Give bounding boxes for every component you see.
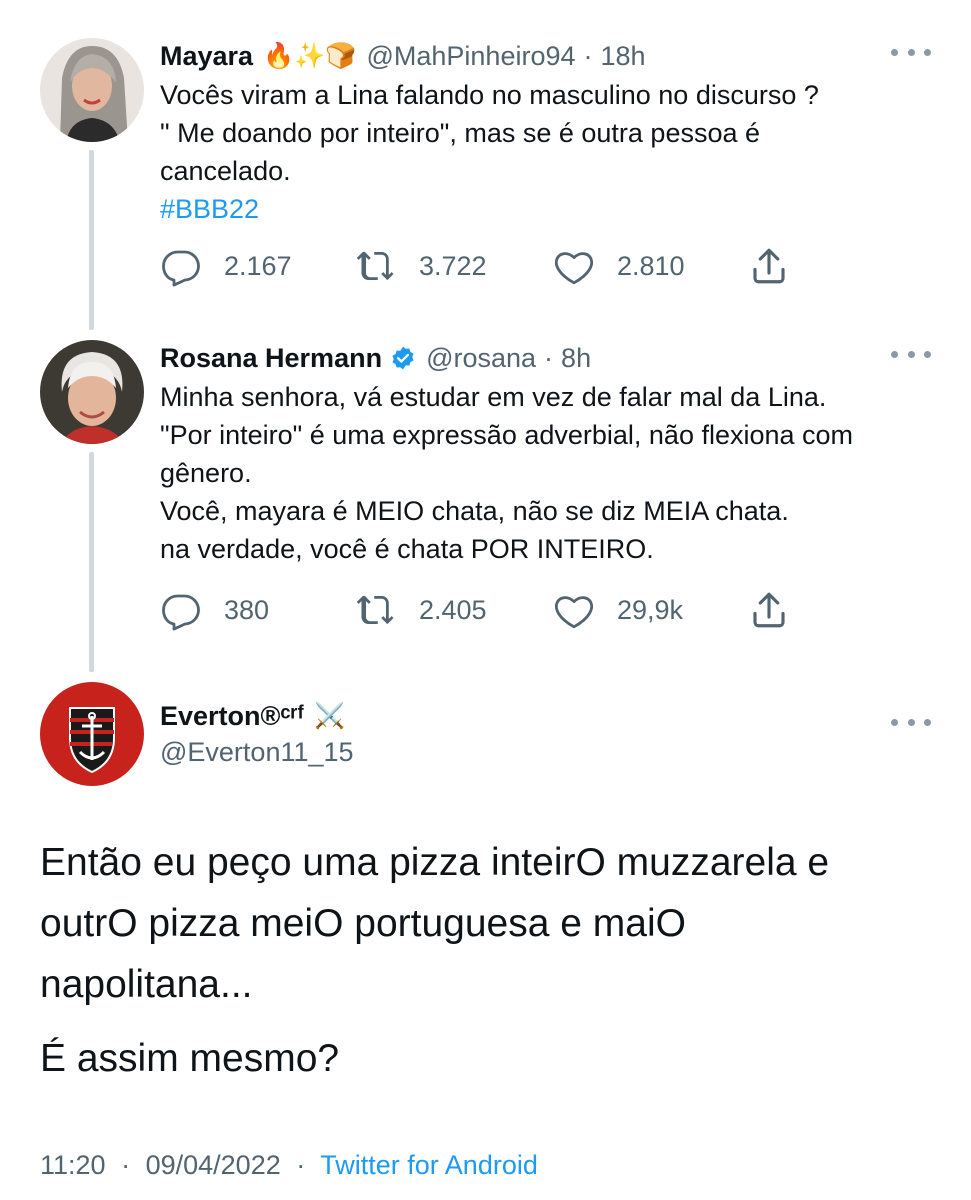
reply-button[interactable]: 2.167 — [160, 244, 292, 288]
author-emoji: ⚔️ — [314, 701, 346, 730]
retweet-icon — [356, 595, 394, 625]
like-count: 2.810 — [617, 250, 685, 281]
retweet-button[interactable]: 2.405 — [355, 588, 487, 632]
tweet-text-line: Minha senhora, vá estudar em vez de fala… — [160, 382, 827, 412]
tweet-text: Então eu peço uma pizza inteirO muzzarel… — [40, 832, 941, 1015]
tweet-text-line: Você, mayara é MEIO chata, não se diz ME… — [160, 496, 789, 526]
share-button[interactable] — [748, 588, 790, 632]
tweet-text: Vocês viram a Lina falando no masculino … — [160, 76, 931, 228]
separator: · — [296, 1150, 306, 1180]
share-icon — [753, 248, 785, 284]
tweet-text-line: napolitana... — [40, 963, 253, 1006]
author-name[interactable]: Rosana Hermann — [160, 343, 382, 374]
separator: · — [583, 40, 593, 71]
tweet-time[interactable]: 18h — [601, 41, 646, 72]
tweet-text-line: Vocês viram a Lina falando no masculino … — [160, 80, 819, 110]
tweet-text: Minha senhora, vá estudar em vez de fala… — [160, 378, 931, 568]
tweet-time[interactable]: 11:20 — [40, 1150, 106, 1180]
author-handle[interactable]: @rosana — [426, 343, 536, 374]
share-button[interactable] — [748, 244, 790, 288]
avatar-photo — [40, 38, 144, 142]
avatar[interactable] — [40, 682, 144, 786]
reply-icon — [162, 594, 200, 631]
more-icon[interactable] — [891, 42, 931, 62]
hashtag-link[interactable]: #BBB22 — [160, 190, 931, 228]
retweet-button[interactable]: 3.722 — [355, 244, 487, 288]
tweet-source-link[interactable]: Twitter for Android — [320, 1150, 538, 1180]
like-icon — [554, 252, 594, 285]
tweet-text-line: É assim mesmo? — [40, 1037, 340, 1080]
more-icon[interactable] — [891, 712, 931, 732]
separator: · — [121, 1150, 131, 1180]
avatar[interactable] — [40, 340, 144, 444]
like-icon — [554, 596, 594, 629]
tweet-text-line: " Me doando por inteiro", mas se é outra… — [160, 118, 761, 148]
tweet-text-line: Então eu peço uma pizza inteirO muzzarel… — [40, 841, 830, 884]
separator: · — [544, 342, 554, 373]
tweet-rosana[interactable]: Rosana Hermann @rosana · 8h Minha senhor… — [0, 340, 971, 640]
reply-count: 380 — [224, 594, 270, 625]
tweet-header: Rosana Hermann @rosana · 8h — [160, 340, 911, 376]
like-button[interactable]: 29,9k — [553, 588, 683, 632]
like-button[interactable]: 2.810 — [553, 244, 685, 288]
tweet-text-line: outrO pizza meiO portuguesa e maiO — [40, 902, 686, 945]
tweet-text-line: cancelado. — [160, 156, 291, 186]
tweet-text-line: gênero. — [160, 458, 252, 488]
tweet-header: Everton®ᶜʳᶠ ⚔️ — [160, 698, 911, 734]
author-handle[interactable]: @MahPinheiro94 — [366, 41, 575, 72]
tweet-time[interactable]: 8h — [561, 343, 591, 374]
author-handle-row: @Everton11_15 — [160, 734, 911, 770]
reply-count: 2.167 — [224, 250, 292, 281]
tweet-actions: 2.167 3.722 2.810 — [160, 244, 810, 288]
tweet-meta: 11:20 · 09/04/2022 · Twitter for Android — [40, 1150, 538, 1181]
tweet-header: Mayara 🔥✨🍞 @MahPinheiro94 · 18h — [160, 38, 911, 74]
more-icon[interactable] — [891, 344, 931, 364]
reply-icon — [162, 250, 200, 287]
author-name[interactable]: Mayara — [160, 41, 253, 72]
tweet-date[interactable]: 09/04/2022 — [146, 1150, 281, 1180]
tweet-text-line: na verdade, você é chata POR INTEIRO. — [160, 534, 654, 564]
avatar-photo — [40, 340, 144, 444]
author-emoji: 🔥✨🍞 — [263, 41, 357, 70]
flamengo-crest-avatar — [40, 682, 144, 786]
main-tweet: Everton®ᶜʳᶠ ⚔️ @Everton11_15 Então eu pe… — [0, 682, 971, 1200]
verified-icon — [392, 346, 414, 370]
author-name[interactable]: Everton®ᶜʳᶠ — [160, 701, 304, 732]
share-icon — [753, 592, 785, 628]
author-handle[interactable]: @Everton11_15 — [160, 737, 354, 768]
tweet-text-second-paragraph: É assim mesmo? — [40, 1028, 941, 1089]
tweet-text-line: "Por inteiro" é uma expressão adverbial,… — [160, 420, 854, 450]
retweet-count: 2.405 — [419, 594, 487, 625]
reply-button[interactable]: 380 — [160, 588, 269, 632]
retweet-count: 3.722 — [419, 250, 487, 281]
tweet-actions: 380 2.405 29,9k — [160, 588, 810, 632]
tweet-mayara[interactable]: Mayara 🔥✨🍞 @MahPinheiro94 · 18h Vocês vi… — [0, 38, 971, 318]
avatar[interactable] — [40, 38, 144, 142]
retweet-icon — [356, 251, 394, 281]
like-count: 29,9k — [617, 594, 684, 625]
